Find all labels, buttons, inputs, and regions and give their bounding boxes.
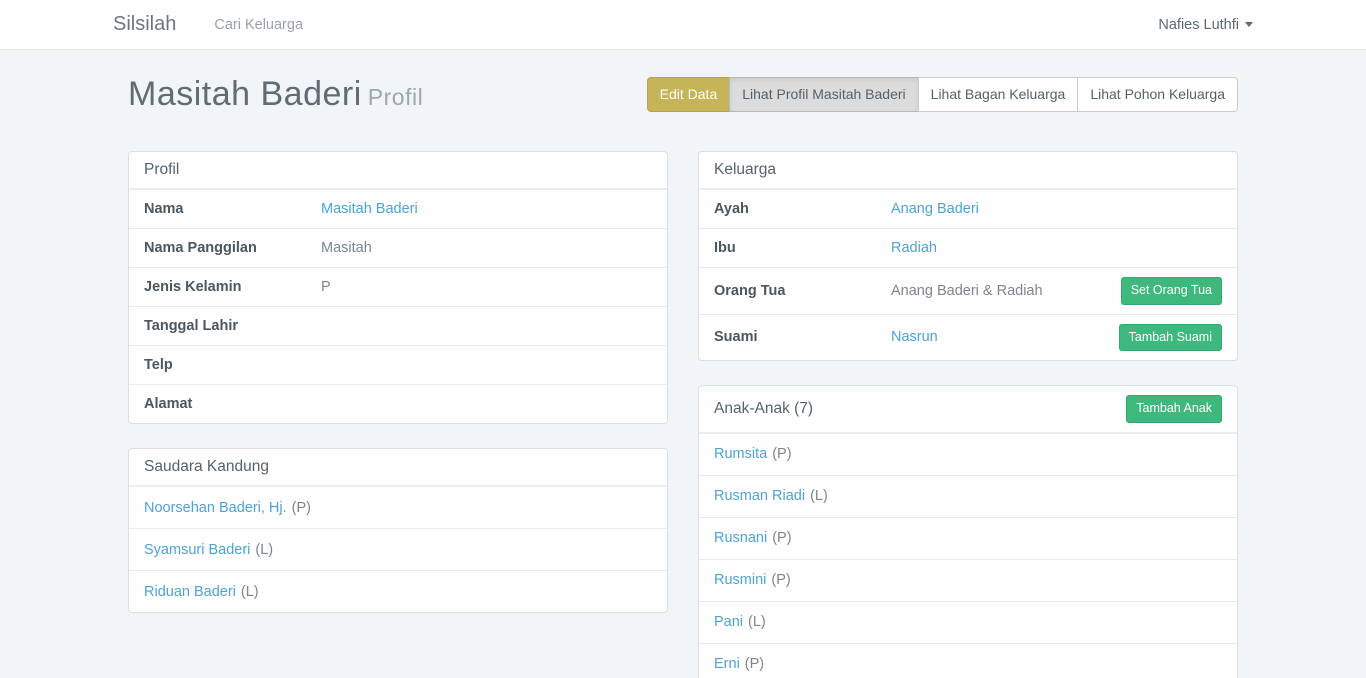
person-link-noorsehan-baderi[interactable]: Noorsehan Baderi, Hj. <box>144 500 287 516</box>
person-link-riduan-baderi[interactable]: Riduan Baderi <box>144 584 236 600</box>
child-row: Rusnani (P) <box>699 517 1237 559</box>
page-header: Masitah BaderiProfil Edit Data Lihat Pro… <box>113 75 1253 114</box>
panel-saudara-kandung-heading: Saudara Kandung <box>129 449 667 486</box>
profile-row-jenis-kelamin: Jenis Kelamin P <box>129 267 667 306</box>
panel-saudara-kandung: Saudara Kandung Noorsehan Baderi, Hj. (P… <box>128 448 668 613</box>
family-row-suami: Suami Nasrun Tambah Suami <box>699 314 1237 361</box>
view-family-tree-button[interactable]: Lihat Pohon Keluarga <box>1077 77 1238 113</box>
caret-down-icon <box>1245 22 1253 27</box>
panel-keluarga: Keluarga Ayah Anang Baderi Ibu Radiah Or… <box>698 151 1238 361</box>
row-label: Telp <box>144 357 321 373</box>
person-link-rusman-riadi[interactable]: Rusman Riadi <box>714 488 805 504</box>
person-link-pani[interactable]: Pani <box>714 614 743 630</box>
row-button-wrap: Tambah Suami <box>1119 324 1222 352</box>
profile-row-tanggal-lahir: Tanggal Lahir <box>129 306 667 345</box>
person-link-rusnani[interactable]: Rusnani <box>714 530 767 546</box>
panel-profil-heading: Profil <box>129 152 667 189</box>
family-row-ibu: Ibu Radiah <box>699 228 1237 267</box>
panel-saudara-kandung-title: Saudara Kandung <box>144 458 269 476</box>
gender-label: (P) <box>745 656 764 672</box>
user-name: Nafies Luthfi <box>1158 17 1239 33</box>
page-subtitle: Profil <box>368 84 423 110</box>
gender-label: (P) <box>771 572 790 588</box>
panel-anak-anak-heading: Anak-Anak (7) Tambah Anak <box>699 386 1237 433</box>
gender-label: (L) <box>241 584 259 600</box>
gender-label: (P) <box>292 500 311 516</box>
row-label: Nama <box>144 201 321 217</box>
family-row-ayah: Ayah Anang Baderi <box>699 189 1237 228</box>
row-label: Orang Tua <box>714 283 891 299</box>
profile-row-telp: Telp <box>129 345 667 384</box>
panel-keluarga-heading: Keluarga <box>699 152 1237 189</box>
person-link-nasrun[interactable]: Nasrun <box>891 329 938 345</box>
tambah-suami-button[interactable]: Tambah Suami <box>1119 324 1222 352</box>
panel-anak-anak-title: Anak-Anak (7) <box>714 400 813 418</box>
person-link-radiah[interactable]: Radiah <box>891 240 937 256</box>
child-row: Rumsita (P) <box>699 433 1237 475</box>
panel-anak-anak: Anak-Anak (7) Tambah Anak Rumsita (P) Ru… <box>698 385 1238 678</box>
row-label: Alamat <box>144 396 321 412</box>
sibling-row: Syamsuri Baderi (L) <box>129 528 667 570</box>
gender-label: (L) <box>255 542 273 558</box>
row-value: P <box>321 279 652 295</box>
nav-item-cari-keluarga[interactable]: Cari Keluarga <box>214 17 303 33</box>
person-link-masitah-baderi[interactable]: Masitah Baderi <box>321 201 418 217</box>
row-value: Masitah <box>321 240 652 256</box>
sibling-row: Riduan Baderi (L) <box>129 570 667 612</box>
panel-profil: Profil Nama Masitah Baderi Nama Panggila… <box>128 151 668 424</box>
user-menu-dropdown[interactable]: Nafies Luthfi <box>1158 17 1253 33</box>
person-link-erni[interactable]: Erni <box>714 656 740 672</box>
right-column: Keluarga Ayah Anang Baderi Ibu Radiah Or… <box>683 151 1253 678</box>
navbar-inner: Silsilah Cari Keluarga Nafies Luthfi <box>98 0 1268 49</box>
sibling-row: Noorsehan Baderi, Hj. (P) <box>129 486 667 528</box>
child-row: Erni (P) <box>699 643 1237 678</box>
set-orang-tua-button[interactable]: Set Orang Tua <box>1121 277 1222 305</box>
left-column: Profil Nama Masitah Baderi Nama Panggila… <box>113 151 683 678</box>
row-label: Ibu <box>714 240 891 256</box>
row-button-wrap: Set Orang Tua <box>1121 277 1222 305</box>
tambah-anak-button[interactable]: Tambah Anak <box>1126 395 1222 423</box>
view-family-chart-button[interactable]: Lihat Bagan Keluarga <box>918 77 1079 113</box>
edit-data-button[interactable]: Edit Data <box>647 77 731 113</box>
profile-row-nama: Nama Masitah Baderi <box>129 189 667 228</box>
gender-label: (L) <box>810 488 828 504</box>
panel-profil-title: Profil <box>144 161 179 179</box>
row-label: Ayah <box>714 201 891 217</box>
family-row-orang-tua: Orang Tua Anang Baderi & Radiah Set Oran… <box>699 267 1237 314</box>
child-row: Rusmini (P) <box>699 559 1237 601</box>
navbar: Silsilah Cari Keluarga Nafies Luthfi <box>0 0 1366 50</box>
person-link-rumsita[interactable]: Rumsita <box>714 446 767 462</box>
profile-action-button-group: Edit Data Lihat Profil Masitah Baderi Li… <box>647 77 1238 113</box>
row-label: Jenis Kelamin <box>144 279 321 295</box>
profile-row-alamat: Alamat <box>129 384 667 423</box>
profile-row-nama-panggilan: Nama Panggilan Masitah <box>129 228 667 267</box>
person-link-anang-baderi[interactable]: Anang Baderi <box>891 201 979 217</box>
page-title: Masitah BaderiProfil <box>128 75 423 114</box>
navbar-right: Nafies Luthfi <box>1158 17 1253 33</box>
gender-label: (P) <box>772 530 791 546</box>
view-profile-button[interactable]: Lihat Profil Masitah Baderi <box>729 77 918 113</box>
row-label: Tanggal Lahir <box>144 318 321 334</box>
person-link-syamsuri-baderi[interactable]: Syamsuri Baderi <box>144 542 250 558</box>
row-value: Anang Baderi & Radiah <box>891 283 1121 299</box>
row-label: Nama Panggilan <box>144 240 321 256</box>
panel-keluarga-title: Keluarga <box>714 161 776 179</box>
child-row: Pani (L) <box>699 601 1237 643</box>
gender-label: (P) <box>772 446 791 462</box>
gender-label: (L) <box>748 614 766 630</box>
child-row: Rusman Riadi (L) <box>699 475 1237 517</box>
person-name: Masitah Baderi <box>128 75 362 113</box>
brand-link[interactable]: Silsilah <box>113 13 176 36</box>
row-label: Suami <box>714 329 891 345</box>
person-link-rusmini[interactable]: Rusmini <box>714 572 766 588</box>
